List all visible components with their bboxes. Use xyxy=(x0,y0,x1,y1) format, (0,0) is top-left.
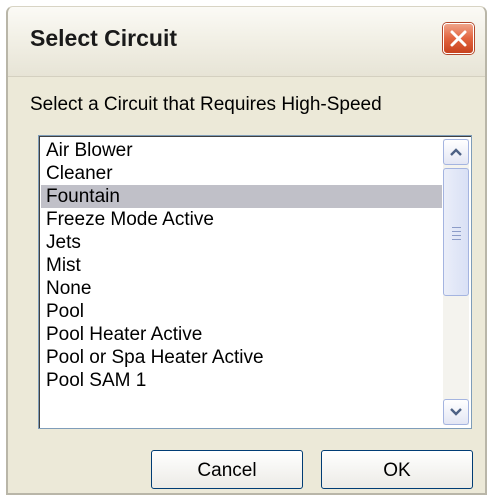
circuit-list: Air Blower Cleaner Fountain Freeze Mode Act… xyxy=(41,139,442,392)
scroll-down-button[interactable] xyxy=(443,399,469,425)
close-icon xyxy=(450,30,467,47)
list-item[interactable]: Pool xyxy=(41,300,442,323)
chevron-down-icon xyxy=(450,408,462,416)
thumb-grip-line xyxy=(452,235,461,236)
select-circuit-dialog: Select Circuit Select a Circuit that Req… xyxy=(6,6,487,495)
thumb-grip-line xyxy=(452,231,461,232)
title-bar[interactable]: Select Circuit xyxy=(8,7,485,77)
list-item[interactable]: None xyxy=(41,277,442,300)
cancel-button[interactable]: Cancel xyxy=(151,450,303,489)
list-item[interactable]: Freeze Mode Active xyxy=(41,208,442,231)
circuit-listbox[interactable]: Air Blower Cleaner Fountain Freeze Mode Act… xyxy=(38,135,472,429)
dialog-title: Select Circuit xyxy=(30,25,177,51)
list-item[interactable]: Cleaner xyxy=(41,162,442,185)
list-item[interactable]: Pool Heater Active xyxy=(41,323,442,346)
list-item[interactable]: Jets xyxy=(41,231,442,254)
list-item[interactable]: Pool or Spa Heater Active xyxy=(41,346,442,369)
prompt-label: Select a Circuit that Requires High-Spee… xyxy=(30,94,382,115)
list-item[interactable]: Air Blower xyxy=(41,139,442,162)
close-button[interactable] xyxy=(443,23,474,54)
list-item[interactable]: Fountain xyxy=(41,185,442,208)
chevron-up-icon xyxy=(450,148,462,156)
vertical-scrollbar[interactable] xyxy=(443,139,469,425)
list-item[interactable]: Pool SAM 1 xyxy=(41,369,442,392)
thumb-grip-line xyxy=(452,227,461,228)
thumb-grip-line xyxy=(452,239,461,240)
ok-button[interactable]: OK xyxy=(321,450,473,489)
scroll-thumb[interactable] xyxy=(443,168,469,296)
list-item[interactable]: Mist xyxy=(41,254,442,277)
scroll-up-button[interactable] xyxy=(443,139,469,165)
